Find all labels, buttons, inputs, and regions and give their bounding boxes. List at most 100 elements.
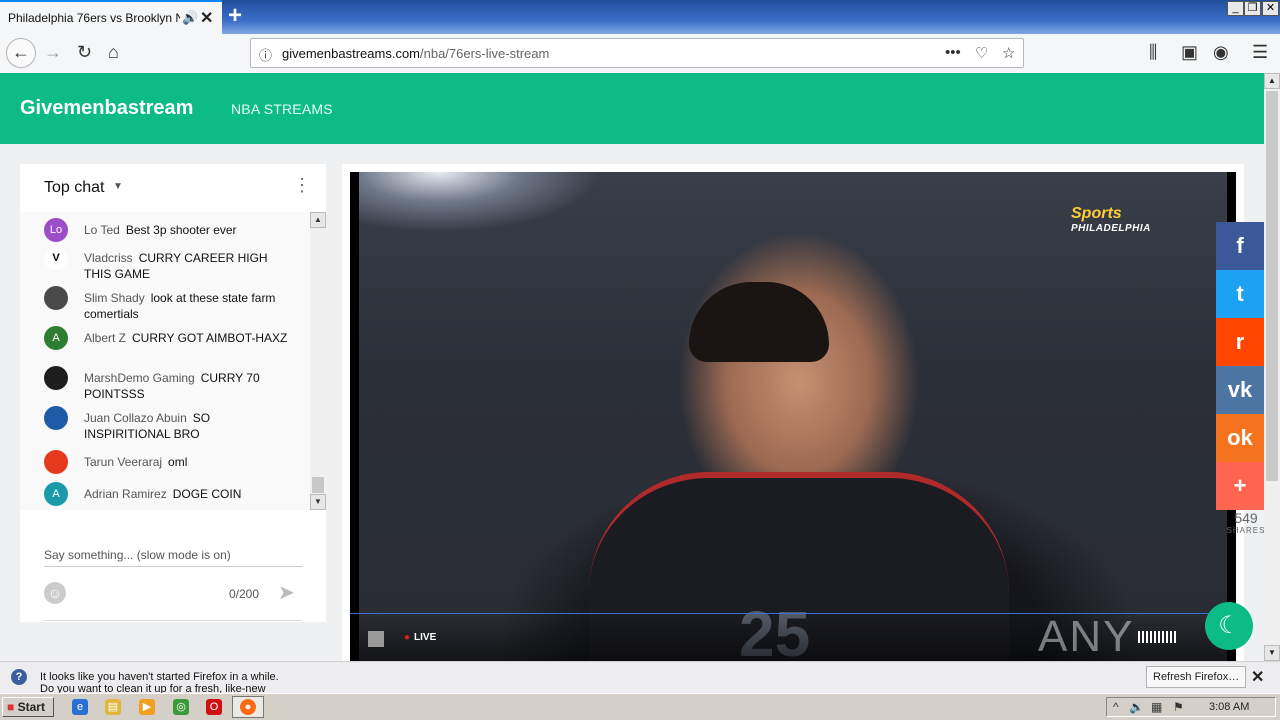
avatar[interactable] [44,450,68,474]
chat-text: CURRY GOT AIMBOT-HAXZ [132,331,288,345]
clock: 3:08 AM [1209,701,1250,713]
explorer-icon[interactable]: ▤ [105,699,121,715]
tray-expand-icon[interactable]: ^ [1113,700,1119,714]
chat-author[interactable]: Adrian Ramirez [84,487,167,501]
vk-share-icon[interactable]: vk [1216,366,1264,414]
forward-arrow-icon[interactable]: → [44,42,62,62]
avatar[interactable]: Lo [44,218,68,242]
scroll-down-arrow[interactable]: ▼ [310,494,326,510]
chat-message-input[interactable]: Say something... (slow mode is on) [44,548,302,567]
chat-header: Top chat ▼ ⋮ [20,164,326,212]
char-count: 0/200 [229,587,260,601]
odnoklassniki-share-icon[interactable]: ok [1216,414,1264,462]
send-icon[interactable]: ➤ [278,580,295,605]
chat-message-body: Lo Ted Best 3p shooter ever [84,222,289,238]
emoji-icon[interactable]: ☺ [44,582,66,604]
avatar[interactable] [44,286,68,310]
chat-message-body: Juan Collazo Abuin SO INSPIRITIONAL BRO [84,410,289,442]
share-bar: f t r vk ok + [1216,222,1264,510]
minimize-button[interactable]: _ [1227,1,1244,16]
video-frame[interactable]: 25 Sports PHILADELPHIA [359,172,1227,661]
share-count-label: SHARES [1226,526,1266,535]
channel-logo: Sports PHILADELPHIA [1071,205,1151,234]
scroll-up-arrow[interactable]: ▲ [310,212,326,228]
sidebar-icon[interactable]: ▣ [1181,42,1198,62]
chat-author[interactable]: Vladcriss [84,251,133,265]
info-icon: ? [11,669,27,685]
avatar[interactable]: A [44,326,68,350]
firefox-task-button[interactable]: ● [232,696,264,718]
chat-author[interactable]: Slim Shady [84,291,145,305]
restore-button[interactable]: ❐ [1244,1,1261,16]
twitter-share-icon[interactable]: t [1216,270,1264,318]
video-player[interactable]: 25 Sports PHILADELPHIA ●LIVE ANY RUN [350,172,1236,661]
flag-icon[interactable]: ⚑ [1173,700,1184,714]
browser-tab[interactable]: Philadelphia 76ers vs Brooklyn Nets 🔊 ✕ [0,0,222,34]
chat-message-body: Adrian Ramirez DOGE COIN [84,486,289,502]
avatar[interactable] [44,406,68,430]
menu-icon[interactable]: ☰ [1252,42,1268,62]
live-chat-panel: Top chat ▼ ⋮ Lo Lo Ted Best 3p shooter eve… [20,164,326,622]
tab-title: Philadelphia 76ers vs Brooklyn Nets [8,11,180,25]
chat-author[interactable]: MarshDemo Gaming [84,371,195,385]
new-tab-button[interactable]: + [228,2,242,30]
network-icon[interactable]: ▦ [1151,700,1162,714]
more-share-icon[interactable]: + [1216,462,1264,510]
refresh-firefox-button[interactable]: Refresh Firefox… [1146,666,1247,688]
close-window-button[interactable]: ✕ [1262,1,1279,16]
avatar[interactable] [44,366,68,390]
nav-nba-streams[interactable]: NBA STREAMS [231,101,333,117]
close-tab-icon[interactable]: ✕ [200,8,213,28]
avatar[interactable]: A [44,482,68,506]
page-scroll-down[interactable]: ▼ [1264,645,1280,661]
page-scroll-up[interactable]: ▲ [1264,73,1280,89]
player-hair [689,282,829,362]
chat-scrollbar[interactable]: ▲ ▼ [310,212,326,510]
more-vert-icon[interactable]: ⋮ [293,176,311,194]
live-dot-icon: ● [404,632,411,643]
opera-icon[interactable]: O [206,699,222,715]
account-icon[interactable]: ◉ [1213,42,1229,62]
chat-input-area: Say something... (slow mode is on) ☺ 0/2… [20,510,326,622]
home-icon[interactable]: ⌂ [108,42,119,62]
scroll-thumb[interactable] [312,477,324,493]
system-tray: ^ 🔉 ▦ ⚑ 3:08 AM [1106,697,1276,717]
speaker-icon[interactable]: 🔊 [182,10,198,26]
windows-taskbar: ■ Start e ▤ ▶ ◎ O ● ^ 🔉 ▦ ⚑ 3:08 AM [0,693,1280,720]
site-brand[interactable]: Givemenbastream [20,97,193,120]
chrome-icon[interactable]: ◎ [173,699,189,715]
url-bar[interactable]: ⓘ givemenbastreams.com/nba/76ers-live-st… [250,38,1024,68]
bookmark-star-icon[interactable]: ☆ [1002,44,1015,62]
chat-author[interactable]: Juan Collazo Abuin [84,411,187,425]
chevron-down-icon[interactable]: ▼ [113,181,123,192]
site-info-icon[interactable]: ⓘ [259,45,272,64]
pocket-icon[interactable]: ♡ [975,44,988,62]
chat-title[interactable]: Top chat [44,179,104,197]
chat-text: oml [168,455,188,469]
chat-message-body: Vladcriss CURRY CAREER HIGH THIS GAME [84,250,289,282]
media-player-icon[interactable]: ▶ [139,699,155,715]
chat-author[interactable]: Tarun Veeraraj [84,455,162,469]
library-icon[interactable]: ⫼ [1149,42,1157,62]
chat-moon-icon[interactable]: ☾ [1205,602,1253,650]
site-header: Givemenbastream NBA STREAMS [0,73,1264,144]
back-arrow-icon[interactable]: ← [6,38,36,68]
chat-author[interactable]: Lo Ted [84,223,120,237]
page-scrollbar[interactable]: ▲ ▼ [1264,73,1280,661]
page-scroll-thumb[interactable] [1266,91,1278,481]
chat-author[interactable]: Albert Z [84,331,126,345]
url-domain: givemenbastreams.com [282,46,420,61]
volume-icon[interactable]: 🔉 [1129,700,1144,714]
ie-icon[interactable]: e [72,699,88,715]
avatar[interactable]: V [44,246,68,270]
start-button[interactable]: ■ Start [2,697,54,717]
facebook-share-icon[interactable]: f [1216,222,1264,270]
chat-messages: Lo Lo Ted Best 3p shooter ever V Vladcriss CU… [20,212,310,510]
url-text[interactable]: givemenbastreams.com/nba/76ers-live-stre… [282,46,549,61]
reload-icon[interactable]: ↻ [77,42,92,62]
stop-button[interactable] [368,631,384,647]
page-actions-icon[interactable]: ••• [945,44,961,61]
divider [44,620,302,621]
close-notification-icon[interactable]: ✕ [1251,667,1264,687]
reddit-share-icon[interactable]: r [1216,318,1264,366]
